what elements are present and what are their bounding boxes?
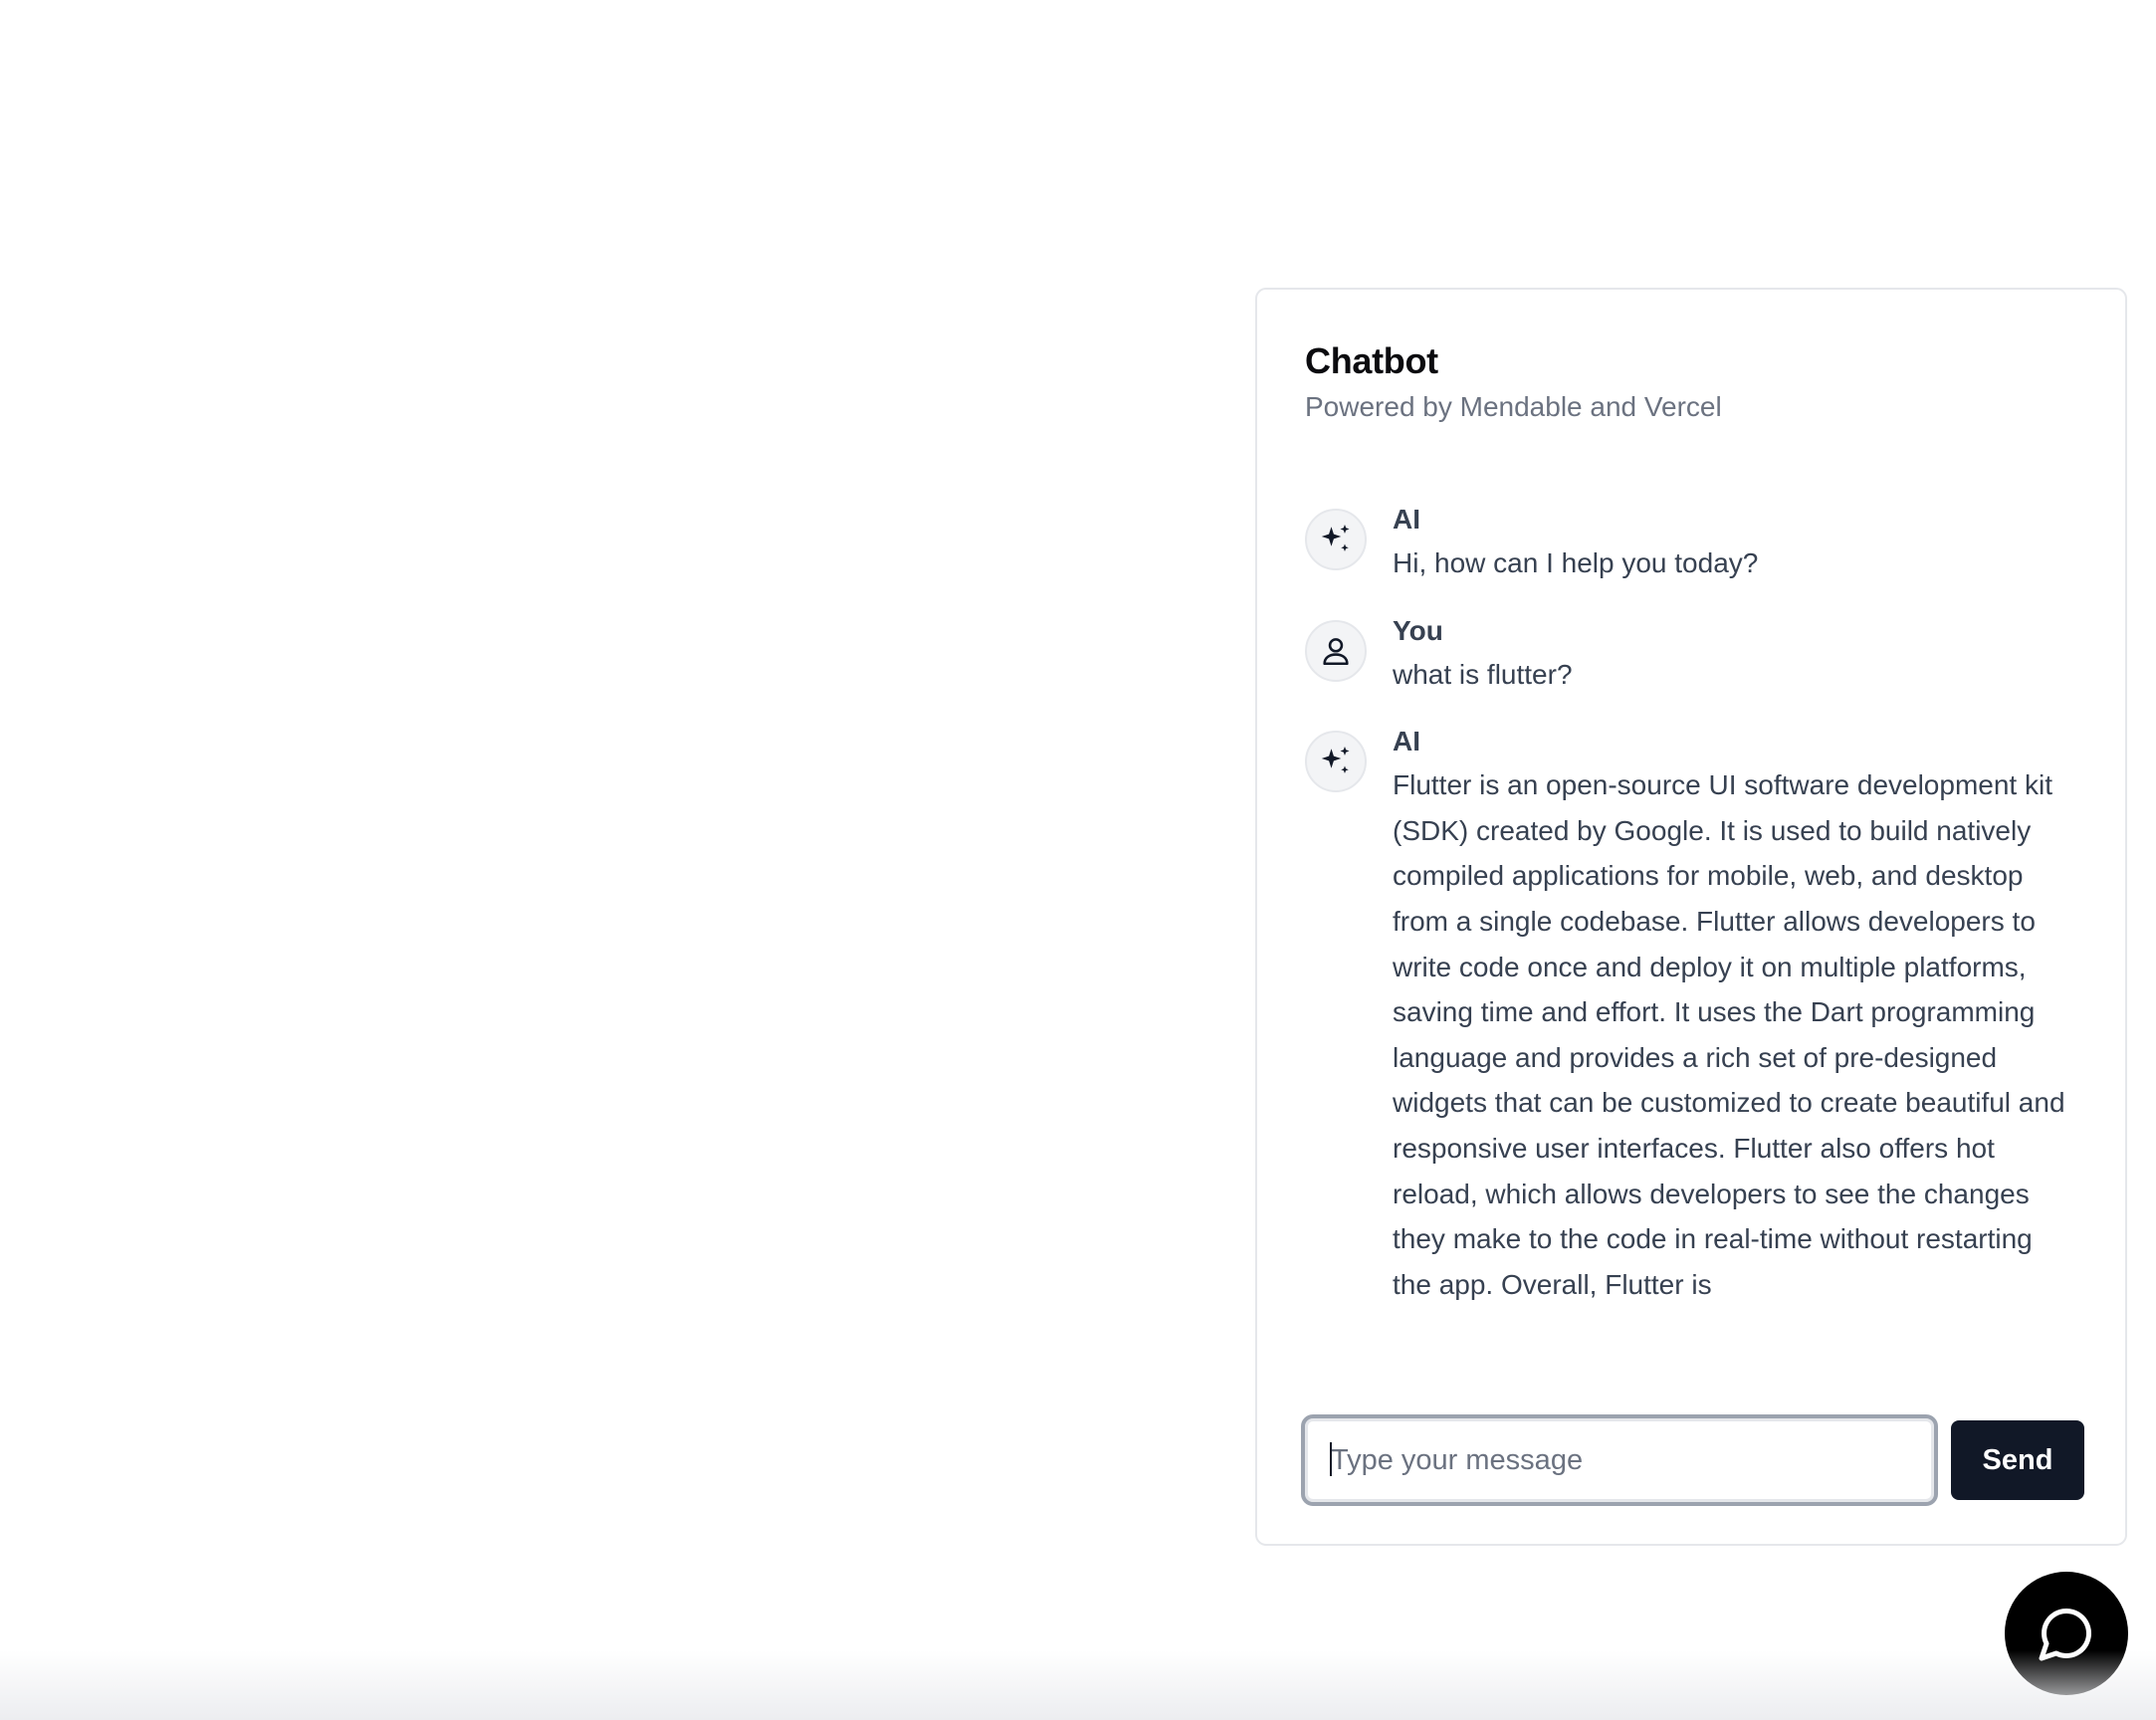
send-button[interactable]: Send [1951, 1420, 2084, 1500]
user-icon [1323, 637, 1349, 665]
avatar-user [1305, 619, 1367, 682]
message-body: AI Hi, how can I help you today? [1393, 509, 2069, 586]
message-body: You what is flutter? [1393, 615, 2069, 698]
message-ai: AI Hi, how can I help you today? [1305, 509, 2091, 586]
message-text: Flutter is an open-source UI software de… [1393, 769, 2065, 1300]
message-body: AI Flutter is an open-source UI software… [1393, 726, 2069, 1307]
chat-subtitle: Powered by Mendable and Vercel [1305, 391, 1722, 422]
page: Chatbot Powered by Mendable and Vercel A… [0, 0, 2156, 1720]
message-input[interactable] [1301, 1414, 1938, 1506]
chat-header: Chatbot Powered by Mendable and Vercel [1305, 339, 1722, 425]
avatar-ai [1305, 731, 1367, 793]
message-user: You what is flutter? [1305, 615, 2091, 698]
message-text: Hi, how can I help you today? [1393, 547, 1759, 578]
message-list[interactable]: AI Hi, how can I help you today? You wha… [1305, 509, 2091, 1373]
chat-title: Chatbot [1305, 340, 1438, 381]
message-sender: AI [1393, 509, 1420, 535]
composer: Send [1301, 1414, 2085, 1506]
sparkles-icon [1321, 525, 1350, 551]
bottom-shadow [0, 1650, 2156, 1720]
avatar-ai [1305, 509, 1367, 570]
message-text: what is flutter? [1393, 658, 1573, 690]
message-sender: AI [1393, 726, 1420, 757]
chat-panel: Chatbot Powered by Mendable and Vercel A… [1255, 288, 2127, 1546]
message-sender: You [1393, 614, 1443, 646]
text-caret [1330, 1442, 1332, 1476]
message-ai: AI Flutter is an open-source UI software… [1305, 726, 2091, 1307]
sparkles-icon [1321, 747, 1350, 774]
